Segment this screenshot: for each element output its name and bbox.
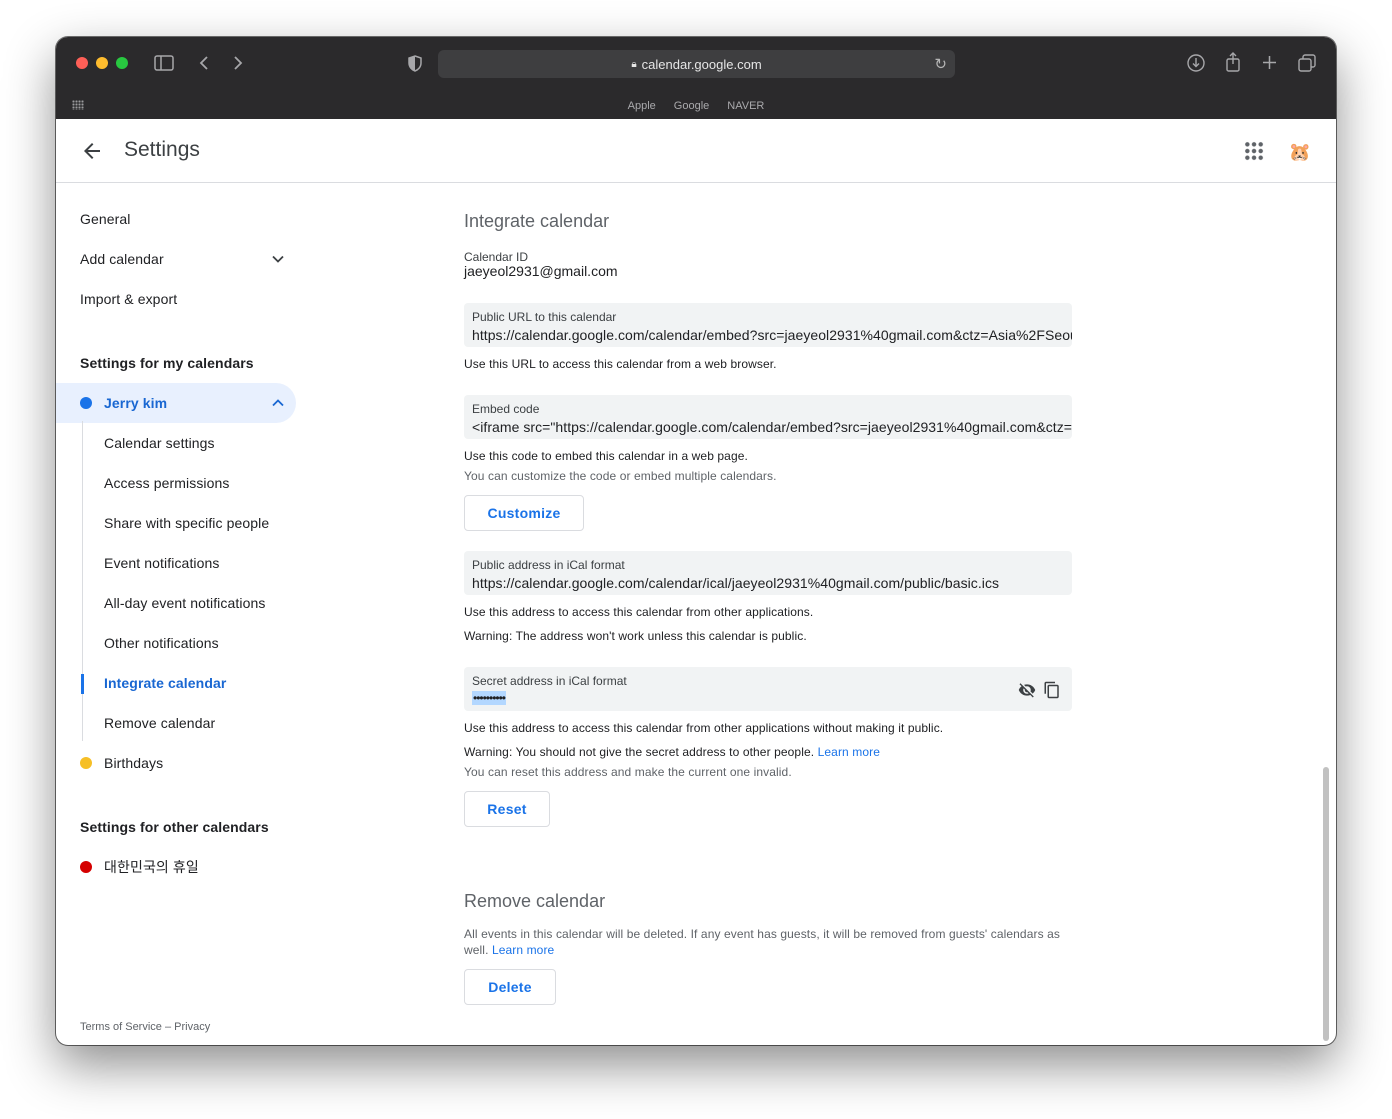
sidebar-item-other-notifications[interactable]: Other notifications (104, 633, 219, 653)
sidebar-item-add-calendar[interactable]: Add calendar (80, 249, 164, 269)
other-calendars-heading: Settings for other calendars (80, 819, 269, 835)
sidebar-item-event-notifications[interactable]: Event notifications (104, 553, 220, 573)
sidebar-item-jerry-kim[interactable] (56, 383, 296, 423)
footer-links: Terms of Service – Privacy (80, 1021, 210, 1033)
remove-description: All events in this calendar will be dele… (464, 927, 1060, 941)
ical-secret-reset-help: You can reset this address and make the … (464, 765, 792, 779)
calendar-color-dot (80, 397, 92, 409)
calendar-color-dot (80, 861, 92, 873)
embed-help: Use this code to embed this calendar in … (464, 449, 748, 463)
public-url-help: Use this URL to access this calendar fro… (464, 357, 777, 371)
back-arrow-icon[interactable] (80, 139, 104, 163)
ical-secret-warning-line: Warning: You should not give the secret … (464, 745, 880, 759)
embed-code-label: Embed code (472, 402, 540, 416)
close-window-button[interactable] (76, 57, 88, 69)
favorite-apple[interactable]: Apple (628, 95, 656, 119)
settings-sidebar: General Add calendar Import & export Set… (56, 183, 356, 1045)
privacy-link[interactable]: Privacy (174, 1021, 210, 1033)
new-tab-icon[interactable] (1262, 55, 1277, 70)
sidebar-item-share-with-people[interactable]: Share with specific people (104, 513, 269, 533)
page-title: Settings (124, 138, 200, 161)
visibility-off-icon[interactable] (1018, 681, 1036, 699)
forward-nav-icon[interactable] (232, 55, 244, 71)
back-nav-icon[interactable] (198, 55, 210, 71)
copy-icon[interactable] (1043, 681, 1061, 699)
sidebar-item-korean-holidays[interactable]: 대한민국의 휴일 (104, 857, 199, 877)
calendar-id-value[interactable]: jaeyeol2931@gmail.com (464, 263, 618, 279)
reset-button[interactable]: Reset (464, 791, 550, 827)
chevron-up-icon[interactable] (270, 395, 286, 411)
url-text: calendar.google.com (641, 56, 762, 72)
sidebar-item-remove-calendar[interactable]: Remove calendar (104, 713, 215, 733)
address-bar[interactable]: 🔒︎ calendar.google.com ↻ (438, 50, 955, 78)
sidebar-toggle-icon[interactable] (154, 55, 174, 71)
public-url-value[interactable]: https://calendar.google.com/calendar/emb… (472, 327, 1072, 343)
favorites-bar: Apple Google NAVER (56, 95, 1336, 119)
submenu-active-indicator (81, 674, 84, 694)
lock-icon: 🔒︎ (631, 58, 637, 70)
chevron-down-icon[interactable] (270, 251, 286, 267)
remove-calendar-title: Remove calendar (464, 891, 606, 911)
delete-button[interactable]: Delete (464, 969, 556, 1005)
reload-icon[interactable]: ↻ (934, 55, 947, 73)
ical-secret-masked-value[interactable]: •••••••••• (472, 691, 506, 705)
remove-learn-more-link[interactable]: Learn more (492, 943, 554, 957)
sidebar-item-access-permissions[interactable]: Access permissions (104, 473, 230, 493)
privacy-shield-icon[interactable] (408, 55, 422, 72)
remove-description-end: well. (464, 943, 489, 957)
learn-more-link[interactable]: Learn more (818, 745, 880, 759)
google-apps-icon[interactable] (1244, 141, 1264, 161)
embed-code-field[interactable]: Embed code <iframe src="https://calendar… (464, 395, 1072, 439)
browser-window: 🔒︎ calendar.google.com ↻ Apple Google NA… (56, 37, 1336, 1045)
remove-description-line2: well. Learn more (464, 943, 554, 957)
ical-public-value[interactable]: https://calendar.google.com/calendar/ica… (472, 575, 999, 591)
app-header: Settings 🐹 (56, 119, 1336, 183)
avatar[interactable]: 🐹 (1284, 136, 1316, 168)
integrate-calendar-title: Integrate calendar (464, 211, 610, 231)
sidebar-item-general[interactable]: General (80, 209, 131, 229)
ical-public-warning: Warning: The address won't work unless t… (464, 629, 807, 643)
ical-public-field[interactable]: Public address in iCal format https://ca… (464, 551, 1072, 595)
embed-help-secondary: You can customize the code or embed mult… (464, 469, 777, 483)
ical-public-label: Public address in iCal format (472, 558, 625, 572)
sidebar-item-calendar-settings[interactable]: Calendar settings (104, 433, 215, 453)
downloads-icon[interactable] (1187, 54, 1205, 72)
footer-separator: – (164, 1021, 172, 1033)
favorite-google[interactable]: Google (674, 95, 709, 119)
browser-toolbar: 🔒︎ calendar.google.com ↻ Apple Google NA… (56, 37, 1336, 119)
share-icon[interactable] (1225, 52, 1241, 72)
sidebar-item-birthdays[interactable]: Birthdays (104, 753, 163, 773)
tab-overview-icon[interactable] (1298, 54, 1316, 72)
ical-public-help: Use this address to access this calendar… (464, 605, 814, 619)
settings-main: Integrate calendar Calendar ID jaeyeol29… (464, 183, 1324, 1045)
favorite-naver[interactable]: NAVER (727, 95, 764, 119)
ical-secret-help: Use this address to access this calendar… (464, 721, 944, 735)
public-url-label: Public URL to this calendar (472, 310, 617, 324)
ical-secret-field[interactable]: Secret address in iCal format •••••••••• (464, 667, 1072, 711)
sidebar-item-all-day-notifications[interactable]: All-day event notifications (104, 593, 265, 613)
ical-secret-value-wrap: •••••••••• (472, 689, 506, 705)
customize-button[interactable]: Customize (464, 495, 584, 531)
ical-secret-label: Secret address in iCal format (472, 674, 627, 688)
calendar-id-label: Calendar ID (464, 250, 529, 264)
sidebar-item-import-export[interactable]: Import & export (80, 289, 177, 309)
my-calendars-heading: Settings for my calendars (80, 355, 254, 371)
terms-link[interactable]: Terms of Service (80, 1021, 162, 1033)
sidebar-item-integrate-calendar[interactable]: Integrate calendar (104, 673, 226, 693)
calendar-name-jerry-kim: Jerry kim (104, 395, 168, 411)
minimize-window-button[interactable] (96, 57, 108, 69)
zoom-window-button[interactable] (116, 57, 128, 69)
calendar-color-dot (80, 757, 92, 769)
page-scrollbar[interactable] (1323, 767, 1329, 1041)
ical-secret-warning: Warning: You should not give the secret … (464, 745, 815, 759)
public-url-field[interactable]: Public URL to this calendar https://cale… (464, 303, 1072, 347)
embed-code-value[interactable]: <iframe src="https://calendar.google.com… (472, 419, 1072, 435)
